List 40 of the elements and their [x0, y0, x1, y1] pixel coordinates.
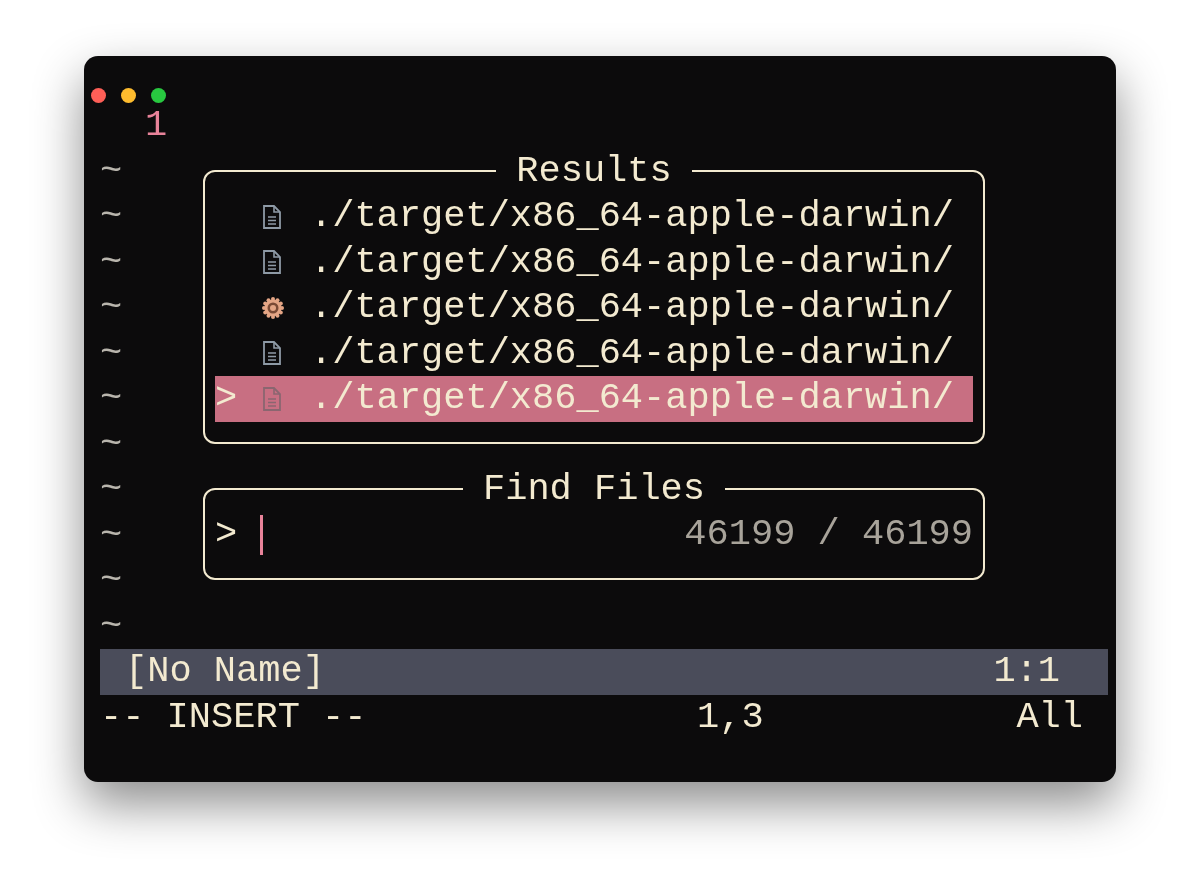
file-path: ./target/x86_64-apple-darwin/ [310, 285, 954, 330]
mode-indicator: -- INSERT -- [100, 694, 368, 740]
tilde-marker: ~ [100, 285, 124, 330]
file-path: ./target/x86_64-apple-darwin/ [310, 330, 954, 376]
cursor-position: 1,3 [697, 694, 764, 740]
document-icon [262, 386, 282, 411]
panel-title: Results [515, 148, 673, 194]
minimize-button[interactable] [121, 88, 136, 103]
result-row[interactable]: ./target/x86_64-apple-darwin/ [215, 285, 973, 331]
cursor-position: 1:1 [993, 649, 1060, 694]
tilde-marker: ~ [100, 148, 124, 194]
scroll-indicator: All [1016, 694, 1083, 740]
file-name: [No Name] [125, 649, 325, 694]
match-count: 46199 / 46199 [684, 512, 973, 557]
zoom-button[interactable] [151, 88, 166, 103]
result-row[interactable]: ./target/x86_64-apple-darwin/ [215, 330, 973, 376]
result-row[interactable]: ./target/x86_64-apple-darwin/ [215, 194, 973, 240]
tilde-marker: ~ [100, 467, 124, 512]
selection-marker: > [215, 377, 238, 419]
close-button[interactable] [91, 88, 106, 103]
file-path: ./target/x86_64-apple-darwin/ [310, 194, 954, 239]
tilde-marker: ~ [100, 330, 124, 376]
tilde-marker: ~ [100, 558, 124, 603]
tilde-marker: ~ [100, 194, 124, 239]
file-path: ./target/x86_64-apple-darwin/ [310, 376, 954, 421]
panel-title: Find Files [481, 466, 706, 512]
tilde-marker: ~ [100, 512, 124, 558]
line-number: 1 [145, 104, 168, 146]
document-icon [262, 250, 282, 275]
tilde-marker: ~ [100, 376, 124, 421]
result-row[interactable]: ./target/x86_64-apple-darwin/ [215, 239, 973, 285]
prompt: > [215, 512, 239, 557]
document-icon [262, 204, 282, 229]
tilde-marker: ~ [100, 421, 124, 467]
tilde-marker: ~ [100, 239, 124, 285]
file-path: ./target/x86_64-apple-darwin/ [310, 239, 954, 285]
gear-icon [262, 295, 284, 320]
tilde-marker: ~ [100, 603, 124, 649]
text-cursor [260, 514, 263, 555]
document-icon [262, 341, 282, 366]
